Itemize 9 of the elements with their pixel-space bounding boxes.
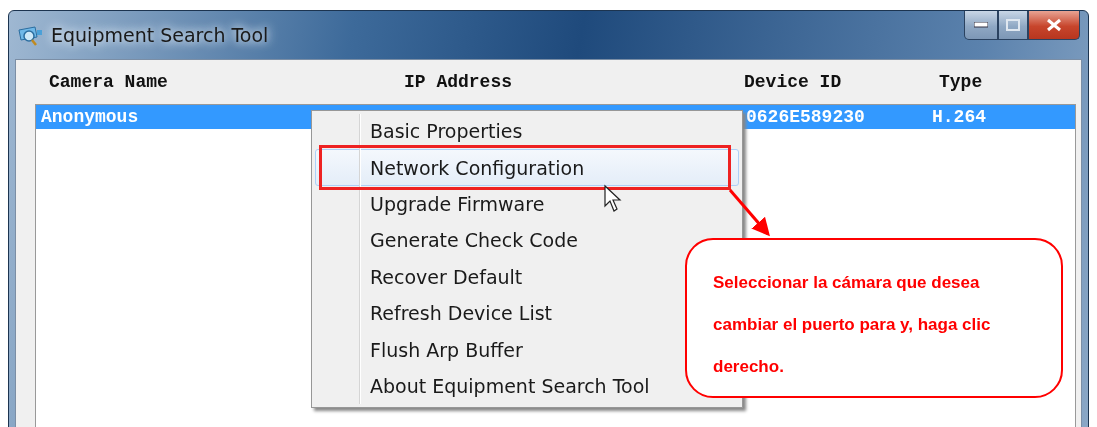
column-header: Type [939,72,984,94]
column-header: Device ID [744,72,843,94]
callout-text: Seleccionar la cámara que desea cambiar el puerto para y, haga clic derecho. [713,272,992,378]
window-title: Equipment Search Tool [51,24,269,46]
table-cell-text: 0626E589230 [746,107,866,127]
column-header: Camera Name [49,72,169,94]
table-cell-text: H.264 [932,107,987,127]
table-cell-text: Anonymous [41,107,140,127]
column-header: IP Address [404,72,514,94]
